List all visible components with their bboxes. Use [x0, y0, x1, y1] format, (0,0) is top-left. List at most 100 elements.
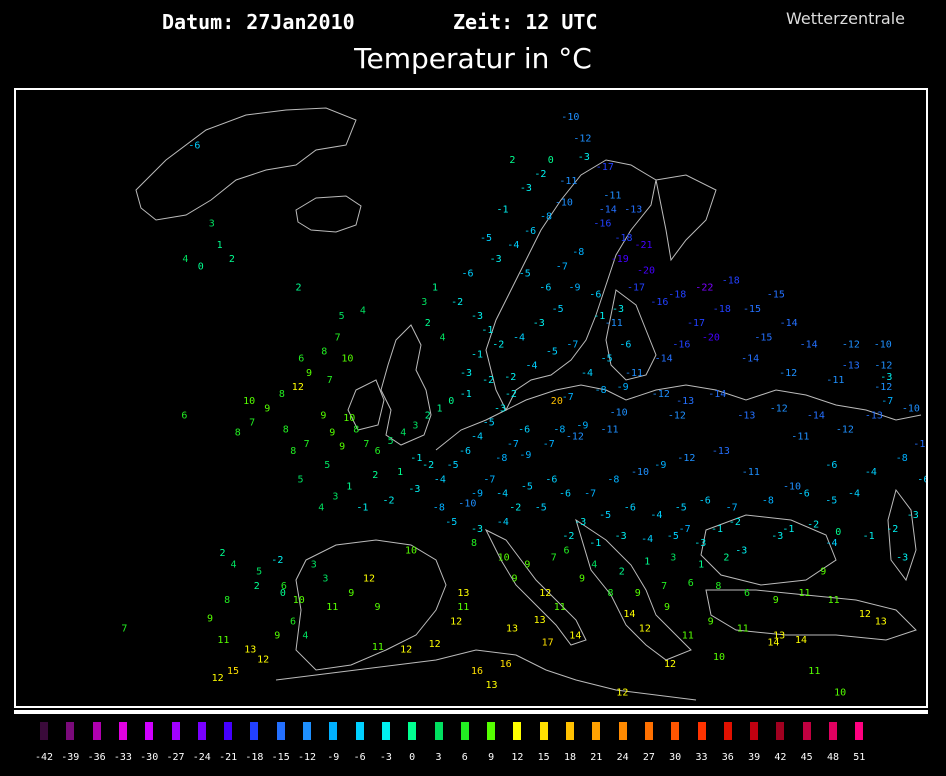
legend-swatch: [197, 722, 206, 740]
station-temperature: -10: [631, 467, 649, 478]
map-canvas: -631402254786 1097128109789 109 878 9 7865565…: [121, 107, 926, 701]
station-temperature: 10: [293, 595, 305, 606]
station-temperature: 8: [279, 389, 285, 400]
station-temperature: 12: [292, 382, 304, 393]
station-temperature: -14: [708, 389, 726, 400]
station-temperature: -16: [672, 339, 690, 350]
station-temperature: -9: [617, 382, 629, 393]
station-temperature: -2: [505, 389, 517, 400]
legend-swatch: [250, 722, 259, 740]
map-title: Temperatur in °C: [354, 42, 592, 75]
station-temperature: -12: [874, 382, 892, 393]
station-temperature: -3: [471, 524, 483, 535]
station-temperature: 11: [737, 623, 749, 634]
station-temperature: 1: [644, 557, 650, 568]
station-temperature: -12: [842, 339, 860, 350]
station-temperature: 10: [243, 396, 255, 407]
station-temperature: 6: [375, 446, 381, 457]
station-temperature: 2: [723, 552, 729, 563]
station-temperature: -7: [483, 474, 495, 485]
station-temperature: 12: [400, 645, 412, 656]
station-temperature: -7: [562, 392, 574, 403]
station-temperature: 9: [339, 442, 345, 453]
station-temperature: -20: [637, 266, 655, 277]
station-temperature: 6: [181, 410, 187, 421]
station-temperature: 0: [280, 588, 286, 599]
station-temperature: 13: [457, 588, 469, 599]
station-temperature: -7: [507, 439, 519, 450]
station-temperature: 9: [274, 631, 280, 642]
station-temperature: -7: [556, 261, 568, 272]
station-temperature: 12: [257, 655, 269, 666]
station-temperature: 15: [227, 666, 239, 677]
station-temperature: 10: [713, 652, 725, 663]
station-temperature: -9: [576, 420, 588, 431]
station-temperature: -3: [880, 372, 892, 383]
station-temperature: -3: [490, 254, 502, 265]
station-temperature: 4: [302, 631, 308, 642]
station-temperature: -3: [471, 311, 483, 322]
station-temperature: -6: [539, 283, 551, 294]
station-temperature: -10: [458, 498, 476, 509]
station-temperature: 8: [290, 446, 296, 457]
station-temperature: 11: [799, 588, 811, 599]
station-temperature: 6: [744, 588, 750, 599]
legend-swatch: [618, 722, 627, 740]
station-temperature: -4: [650, 510, 662, 521]
station-temperature: 11: [217, 635, 229, 646]
station-temperature: 16: [500, 659, 512, 670]
station-temperature: 8: [353, 425, 359, 436]
station-temperature: -5: [667, 531, 679, 542]
station-temperature: -12: [566, 432, 584, 443]
station-temperature: -6: [589, 290, 601, 301]
station-temperature: -8: [433, 503, 445, 514]
station-temperature: -14: [741, 354, 759, 365]
station-temperature: 2: [425, 318, 431, 329]
station-temperature: 9: [320, 410, 326, 421]
station-temperature: 4: [318, 503, 324, 514]
station-temperature: 20: [551, 396, 563, 407]
station-temperature: -4: [865, 467, 877, 478]
legend-swatch: [671, 722, 680, 740]
station-temperature: -13: [624, 205, 642, 216]
station-temperature: -12: [770, 403, 788, 414]
station-temperature: -7: [679, 524, 691, 535]
station-temperature: 12: [363, 574, 375, 585]
station-temperature: 1: [397, 467, 403, 478]
station-temperature: 2: [425, 410, 431, 421]
station-temperature: -2: [504, 372, 516, 383]
legend-swatch: [513, 722, 522, 740]
station-temperature: 13: [773, 631, 785, 642]
station-temperature: -3: [615, 531, 627, 542]
station-temperature: -1: [711, 524, 723, 535]
station-temperature: 12: [639, 623, 651, 634]
station-temperature: -2: [886, 524, 898, 535]
station-temperature: -19: [611, 254, 629, 265]
station-temperature: 3: [332, 491, 338, 502]
station-temperature: -1: [356, 503, 368, 514]
station-temperature: 9: [329, 427, 335, 438]
station-temperature: -15: [767, 290, 785, 301]
station-temperature: -4: [497, 517, 509, 528]
station-temperature: -18: [722, 276, 740, 287]
coastline-iceland: [295, 195, 362, 233]
station-temperature: -1: [589, 538, 601, 549]
station-temperature: 4: [360, 305, 366, 316]
station-temperature: -14: [807, 410, 825, 421]
station-temperature: -7: [543, 439, 555, 450]
station-temperature: -11: [559, 176, 577, 187]
station-temperature: 9: [207, 614, 213, 625]
station-temperature: -12: [652, 389, 670, 400]
station-temperature: 7: [121, 623, 127, 634]
station-temperature: -3: [771, 531, 783, 542]
station-temperature: -14: [800, 339, 818, 350]
station-temperature: 2: [509, 155, 515, 166]
station-temperature: -17: [596, 162, 614, 173]
station-temperature: -1: [410, 453, 422, 464]
legend-swatch: [381, 722, 390, 740]
station-temperature: -9: [569, 283, 581, 294]
station-temperature: 9: [664, 602, 670, 613]
station-temperature: -3: [533, 318, 545, 329]
station-temperature: -15: [743, 304, 761, 315]
station-temperature: -6: [624, 503, 636, 514]
